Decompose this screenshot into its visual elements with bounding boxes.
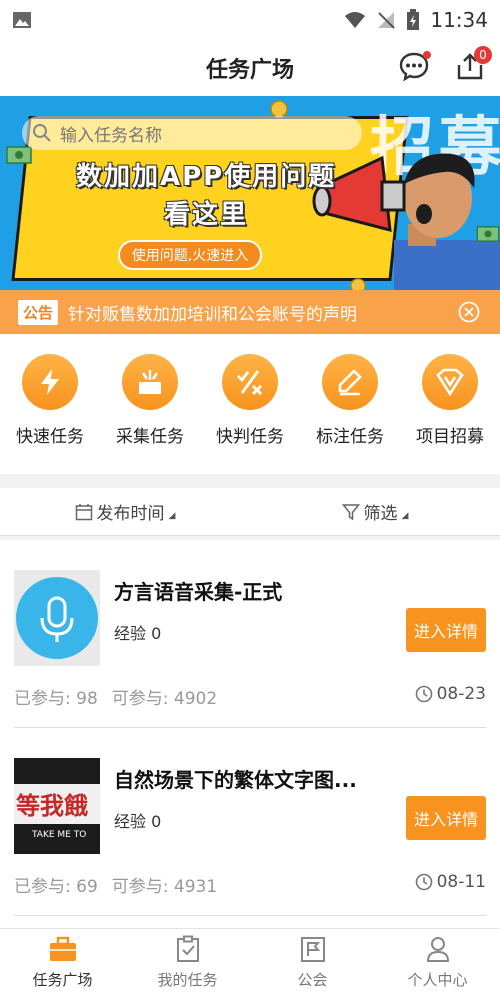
message-button[interactable] bbox=[396, 48, 432, 84]
battery-charging-icon bbox=[407, 9, 420, 30]
lightning-icon bbox=[22, 354, 78, 410]
sort-by-time-label: 发布时间 bbox=[96, 504, 165, 524]
upload-button[interactable]: 0 bbox=[452, 46, 492, 84]
task-card[interactable]: 方言语音采集-正式 经验 0 进入详情 已参与: 98 可参与: 4902 08-… bbox=[14, 540, 486, 728]
nav-label: 个人中心 bbox=[407, 971, 468, 989]
category-label: 标注任务 bbox=[316, 427, 384, 447]
page-title: 任务广场 bbox=[205, 58, 294, 83]
calendar-icon bbox=[75, 503, 92, 520]
nav-profile[interactable]: 个人中心 bbox=[375, 929, 500, 1000]
thumbnail-sign-text: 等我餓 bbox=[16, 792, 88, 820]
person-icon bbox=[426, 937, 449, 962]
status-time: 11:34 bbox=[430, 8, 488, 32]
enter-detail-button[interactable]: 进入详情 bbox=[406, 608, 486, 652]
wifi-icon bbox=[345, 12, 366, 28]
judge-icon bbox=[222, 354, 278, 410]
task-card[interactable]: 等我餓 TAKE ME TO 自然场景下的繁体文字图... 经验 0 进入详情 … bbox=[14, 728, 486, 916]
banner-headline: 数加加APP使用问题 bbox=[76, 162, 337, 192]
available-count: 可参与: 4902 bbox=[111, 689, 218, 709]
task-thumbnail bbox=[14, 570, 100, 666]
task-categories: 快速任务 采集任务 快判任务 标注任务 项目招募 bbox=[0, 334, 500, 474]
task-stats: 已参与: 98 可参与: 4902 bbox=[14, 684, 231, 709]
enter-detail-button[interactable]: 进入详情 bbox=[406, 796, 486, 840]
collect-icon bbox=[122, 354, 178, 410]
funnel-icon bbox=[341, 503, 360, 520]
category-collect-task[interactable]: 采集任务 bbox=[100, 354, 200, 474]
nav-my-tasks[interactable]: 我的任务 bbox=[125, 929, 250, 1000]
notice-tag: 公告 bbox=[18, 299, 59, 325]
briefcase-icon bbox=[49, 936, 76, 961]
category-label: 采集任务 bbox=[116, 427, 184, 447]
coin-icon bbox=[350, 278, 366, 290]
clock-icon bbox=[415, 873, 432, 891]
joined-count: 已参与: 98 bbox=[14, 689, 98, 709]
category-project-recruit[interactable]: 项目招募 bbox=[400, 354, 500, 474]
close-icon[interactable] bbox=[458, 301, 480, 323]
bottom-nav: 任务广场 我的任务 公会 个人中心 bbox=[0, 928, 500, 1000]
nav-task-square[interactable]: 任务广场 bbox=[0, 929, 125, 1000]
category-label: 快速任务 bbox=[16, 427, 84, 447]
task-list: 方言语音采集-正式 经验 0 进入详情 已参与: 98 可参与: 4902 08-… bbox=[0, 540, 500, 928]
title-bar: 任务广场 0 bbox=[0, 40, 500, 96]
thumbnail-sign-subtext: TAKE ME TO bbox=[32, 830, 87, 840]
notice-text: 针对贩售数加加培训和公会账号的声明 bbox=[68, 304, 358, 325]
unread-dot bbox=[423, 51, 431, 59]
microphone-icon bbox=[16, 577, 98, 659]
joined-count: 已参与: 69 bbox=[14, 877, 98, 897]
category-annotation-task[interactable]: 标注任务 bbox=[300, 354, 400, 474]
task-date-text: 08-23 bbox=[436, 684, 486, 704]
task-stats: 已参与: 69 可参与: 4931 bbox=[14, 872, 231, 897]
nav-label: 任务广场 bbox=[32, 971, 93, 989]
upload-count-badge: 0 bbox=[474, 46, 492, 64]
task-date: 08-11 bbox=[415, 872, 486, 892]
notice-bar[interactable]: 公告 针对贩售数加加培训和公会账号的声明 bbox=[0, 290, 500, 334]
filter-dropdown[interactable]: 筛选 ◢ bbox=[250, 488, 500, 535]
nav-guild[interactable]: 公会 bbox=[250, 929, 375, 1000]
v-badge-icon bbox=[422, 354, 478, 410]
task-date: 08-23 bbox=[415, 684, 486, 704]
task-thumbnail: 等我餓 TAKE ME TO bbox=[14, 758, 100, 854]
sort-by-time-dropdown[interactable]: 发布时间 ◢ bbox=[0, 488, 250, 535]
task-name: 方言语音采集-正式 bbox=[114, 580, 283, 604]
clock-icon bbox=[415, 685, 432, 703]
image-notification-icon bbox=[13, 12, 31, 28]
dropdown-arrow-icon: ◢ bbox=[401, 510, 409, 521]
nav-label: 公会 bbox=[297, 971, 328, 989]
banner-enter-button[interactable]: 使用问题,火速进入 bbox=[118, 240, 262, 270]
category-label: 项目招募 bbox=[416, 427, 484, 447]
category-judge-task[interactable]: 快判任务 bbox=[200, 354, 300, 474]
clipboard-check-icon bbox=[176, 935, 199, 962]
flag-book-icon bbox=[300, 937, 325, 962]
pencil-icon bbox=[322, 354, 378, 410]
task-date-text: 08-11 bbox=[436, 872, 486, 892]
search-input[interactable]: 输入任务名称 bbox=[22, 116, 362, 150]
nav-label: 我的任务 bbox=[157, 971, 218, 989]
filter-bar: 发布时间 ◢ 筛选 ◢ bbox=[0, 488, 500, 536]
available-count: 可参与: 4931 bbox=[111, 877, 218, 897]
megaphone-man-illustration bbox=[312, 153, 500, 290]
no-signal-icon bbox=[378, 12, 396, 29]
banner-subheadline: 看这里 bbox=[164, 200, 249, 230]
category-quick-task[interactable]: 快速任务 bbox=[0, 354, 100, 474]
search-placeholder: 输入任务名称 bbox=[60, 125, 162, 146]
task-name: 自然场景下的繁体文字图... bbox=[114, 768, 357, 792]
filter-label: 筛选 bbox=[363, 504, 398, 524]
task-experience: 经验 0 bbox=[114, 624, 162, 643]
money-bill-icon bbox=[6, 146, 32, 164]
category-label: 快判任务 bbox=[216, 427, 284, 447]
task-experience: 经验 0 bbox=[114, 812, 162, 831]
dropdown-arrow-icon: ◢ bbox=[168, 510, 176, 521]
status-bar: 11:34 bbox=[0, 0, 500, 40]
money-bill-icon bbox=[476, 226, 500, 242]
search-icon bbox=[33, 124, 51, 142]
